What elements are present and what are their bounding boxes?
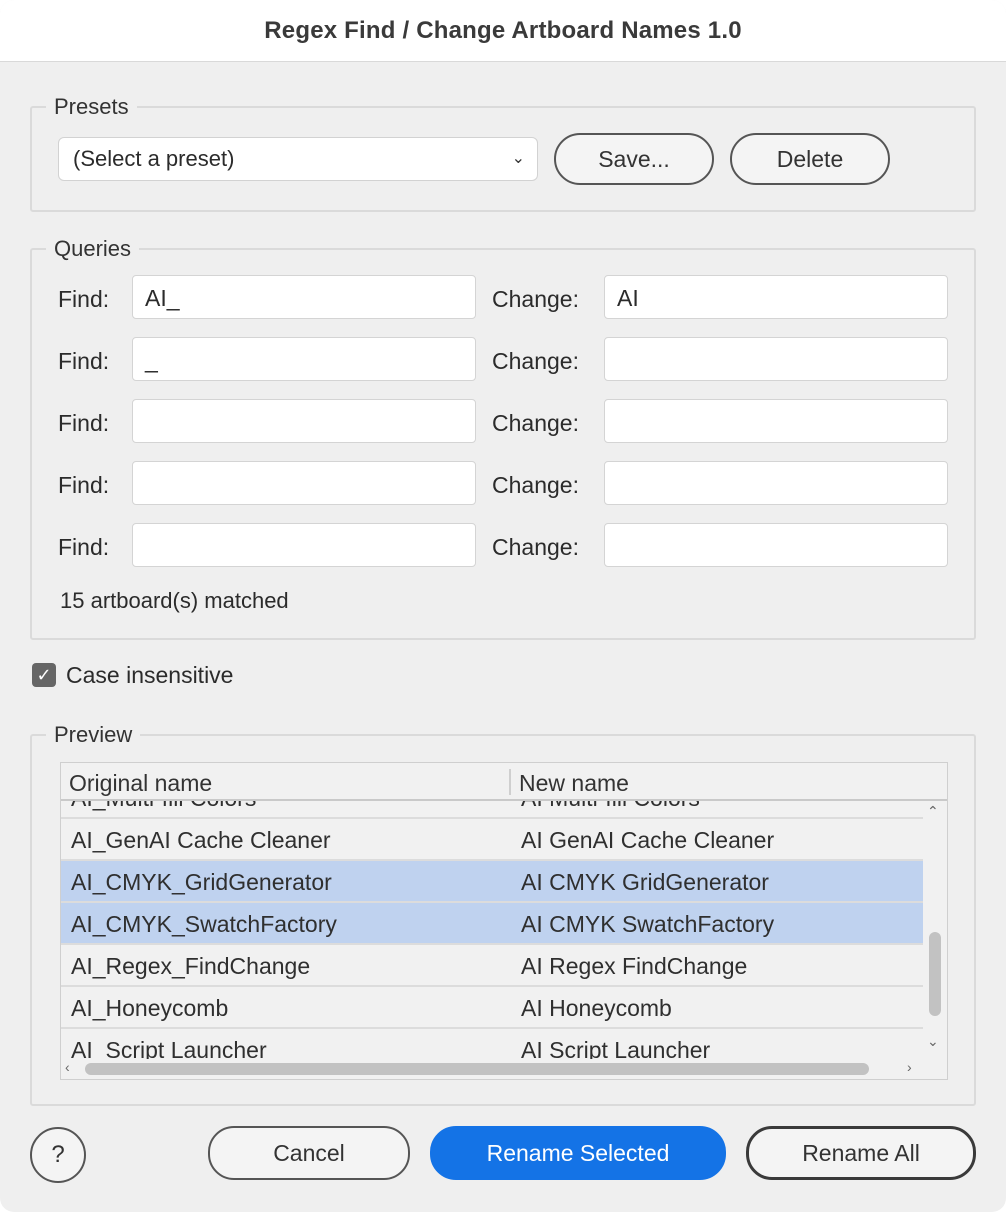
preset-select[interactable]: (Select a preset) ⌄ <box>58 137 538 181</box>
find-field-2[interactable]: _ <box>132 337 476 381</box>
cell-original: AI_Regex_FindChange <box>71 953 311 979</box>
find-field-5[interactable] <box>132 523 476 567</box>
find-label: Find: <box>58 410 110 436</box>
change-field-3[interactable] <box>604 399 948 443</box>
find-label: Find: <box>58 472 110 498</box>
title-bar: Regex Find / Change Artboard Names 1.0 <box>0 0 1006 62</box>
checkmark-icon: ✓ <box>36 665 52 685</box>
column-header-original[interactable]: Original name <box>69 769 212 797</box>
table-row-selected[interactable]: AI_CMYK_GridGenerator AI CMYK GridGenera… <box>61 861 923 903</box>
table-row-selected[interactable]: AI_CMYK_SwatchFactory AI CMYK SwatchFact… <box>61 903 923 945</box>
change-label: Change: <box>492 534 579 560</box>
change-label: Change: <box>492 348 579 374</box>
find-label: Find: <box>58 286 110 312</box>
dialog-title: Regex Find / Change Artboard Names 1.0 <box>264 16 742 44</box>
table-row[interactable]: AI_Multi-fill Colors AI Multi-fill Color… <box>61 801 923 819</box>
scroll-down-icon[interactable]: ⌄ <box>927 1033 939 1050</box>
chevron-down-icon: ⌄ <box>511 150 525 167</box>
table-row[interactable]: AI_Script Launcher AI Script Launcher <box>61 1029 923 1059</box>
scroll-left-icon[interactable]: ‹ <box>65 1059 70 1075</box>
preview-group-label: Preview <box>46 722 141 748</box>
cell-original: AI_Honeycomb <box>71 995 229 1021</box>
vertical-scroll-thumb[interactable] <box>929 932 941 1016</box>
save-preset-button[interactable]: Save... <box>554 133 714 185</box>
horizontal-scrollbar[interactable]: ‹ › <box>61 1059 947 1079</box>
change-label: Change: <box>492 472 579 498</box>
rename-selected-button[interactable]: Rename Selected <box>430 1126 726 1180</box>
find-field-4[interactable] <box>132 461 476 505</box>
table-row[interactable]: AI_Regex_FindChange AI Regex FindChange <box>61 945 923 987</box>
change-field-4[interactable] <box>604 461 948 505</box>
rename-all-button[interactable]: Rename All <box>746 1126 976 1180</box>
cell-original: AI_CMYK_SwatchFactory <box>71 911 337 937</box>
table-header: Original name New name <box>61 763 947 801</box>
change-label: Change: <box>492 286 579 312</box>
cell-new: AI CMYK GridGenerator <box>521 869 769 895</box>
change-field-1[interactable]: AI <box>604 275 948 319</box>
cell-original: AI_GenAI Cache Cleaner <box>71 827 331 853</box>
horizontal-scroll-thumb[interactable] <box>85 1063 869 1075</box>
find-field-1[interactable]: AI_ <box>132 275 476 319</box>
cancel-button[interactable]: Cancel <box>208 1126 410 1180</box>
table-row[interactable]: AI_GenAI Cache Cleaner AI GenAI Cache Cl… <box>61 819 923 861</box>
presets-group-label: Presets <box>46 94 137 120</box>
case-insensitive-checkbox[interactable]: ✓ <box>32 663 56 687</box>
cell-original: AI_Script Launcher <box>71 1037 267 1059</box>
preset-select-value: (Select a preset) <box>73 146 235 171</box>
cell-new: AI Regex FindChange <box>521 953 748 979</box>
queries-group-label: Queries <box>46 236 140 262</box>
preview-table[interactable]: Original name New name AI_Multi-fill Col… <box>60 762 948 1080</box>
table-body: AI_Multi-fill Colors AI Multi-fill Color… <box>61 801 923 1059</box>
column-header-new[interactable]: New name <box>519 769 629 797</box>
find-label: Find: <box>58 534 110 560</box>
find-label: Find: <box>58 348 110 374</box>
change-label: Change: <box>492 410 579 436</box>
case-insensitive-label[interactable]: Case insensitive <box>66 661 233 689</box>
cell-original: AI_Multi-fill Colors <box>71 801 256 812</box>
scroll-right-icon[interactable]: › <box>907 1059 912 1075</box>
table-row[interactable]: AI_Honeycomb AI Honeycomb <box>61 987 923 1029</box>
help-button[interactable]: ? <box>30 1127 86 1183</box>
cell-new: AI CMYK SwatchFactory <box>521 911 775 937</box>
scroll-up-icon[interactable]: ⌃ <box>927 803 939 820</box>
dialog-window: Regex Find / Change Artboard Names 1.0 P… <box>0 0 1006 1212</box>
delete-preset-button[interactable]: Delete <box>730 133 890 185</box>
cell-new: AI Multi-fill Colors <box>521 801 700 812</box>
column-divider[interactable] <box>509 769 511 795</box>
match-count: 15 artboard(s) matched <box>60 588 289 613</box>
cell-new: AI Honeycomb <box>521 995 672 1021</box>
cell-new: AI GenAI Cache Cleaner <box>521 827 775 853</box>
change-field-5[interactable] <box>604 523 948 567</box>
find-field-3[interactable] <box>132 399 476 443</box>
vertical-scrollbar[interactable]: ⌃ ⌄ <box>923 801 947 1059</box>
cell-new: AI Script Launcher <box>521 1037 711 1059</box>
change-field-2[interactable] <box>604 337 948 381</box>
cell-original: AI_CMYK_GridGenerator <box>71 869 332 895</box>
